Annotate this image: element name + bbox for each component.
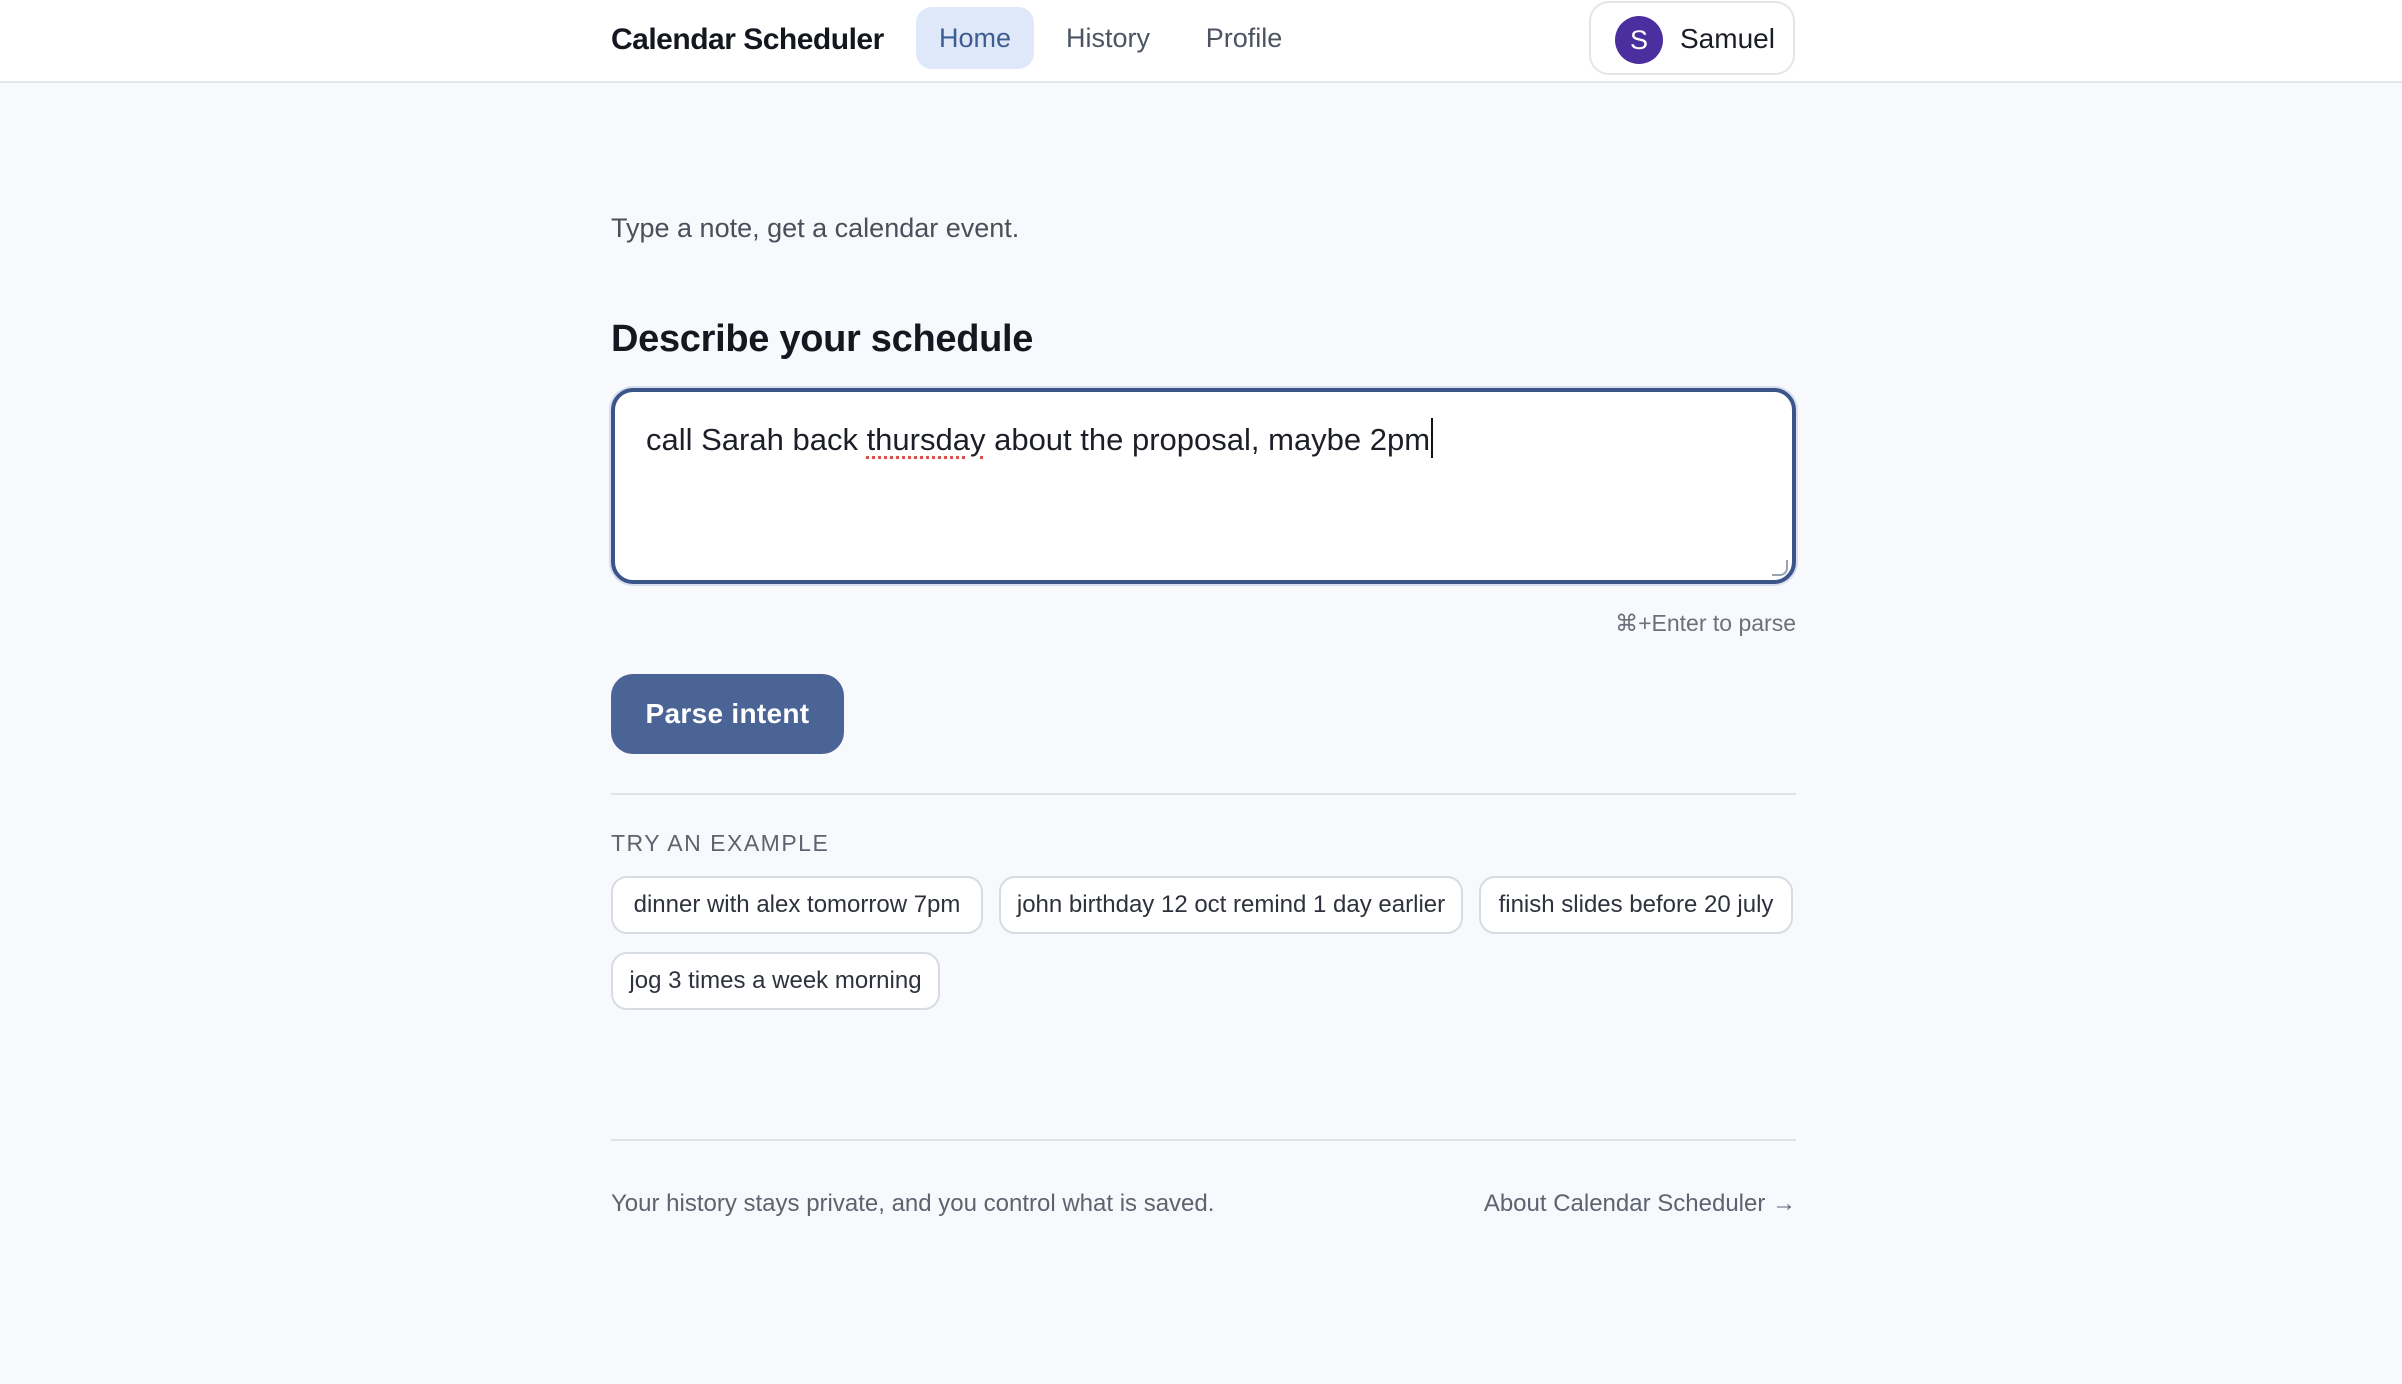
note-text-end: about the proposal, maybe 2pm xyxy=(985,422,1431,457)
misspelled-word: thursday xyxy=(866,422,986,457)
avatar: S xyxy=(1615,16,1663,64)
text-caret xyxy=(1431,418,1434,458)
divider xyxy=(611,793,1796,795)
shortcut-hint: ⌘+Enter to parse xyxy=(1615,610,1796,636)
privacy-note: Your history stays private, and you cont… xyxy=(611,1190,1215,1217)
brand-logo-text[interactable]: Calendar Scheduler xyxy=(611,20,884,60)
nav-tab-home[interactable]: Home xyxy=(916,7,1034,69)
note-text-start: call Sarah back xyxy=(646,422,867,457)
parse-intent-button[interactable]: Parse intent xyxy=(611,674,844,754)
user-name: Samuel xyxy=(1680,23,1775,54)
example-chip-dinner[interactable]: dinner with alex tomorrow 7pm xyxy=(611,876,983,934)
section-title: Describe your schedule xyxy=(611,318,1034,360)
example-chip-jog[interactable]: jog 3 times a week morning xyxy=(611,952,940,1010)
example-chip-slides[interactable]: finish slides before 20 july xyxy=(1479,876,1793,934)
resize-handle-icon[interactable] xyxy=(1772,560,1788,576)
footer-divider xyxy=(611,1139,1796,1141)
page-tagline: Type a note, get a calendar event. xyxy=(611,213,1020,243)
examples-label: TRY AN EXAMPLE xyxy=(611,830,830,856)
nav-tab-history[interactable]: History xyxy=(1050,7,1166,69)
nav-tab-profile[interactable]: Profile xyxy=(1190,7,1298,69)
about-link[interactable]: About Calendar Scheduler → xyxy=(1400,1190,1796,1218)
example-chip-birthday[interactable]: john birthday 12 oct remind 1 day earlie… xyxy=(999,876,1463,934)
user-menu-button[interactable]: S Samuel xyxy=(1589,1,1795,75)
schedule-note-textarea[interactable]: call Sarah back thursday about the propo… xyxy=(611,388,1796,584)
note-text: call Sarah back thursday about the propo… xyxy=(646,418,1434,458)
top-navigation-bar: Calendar Scheduler Home History Profile … xyxy=(0,0,2402,83)
